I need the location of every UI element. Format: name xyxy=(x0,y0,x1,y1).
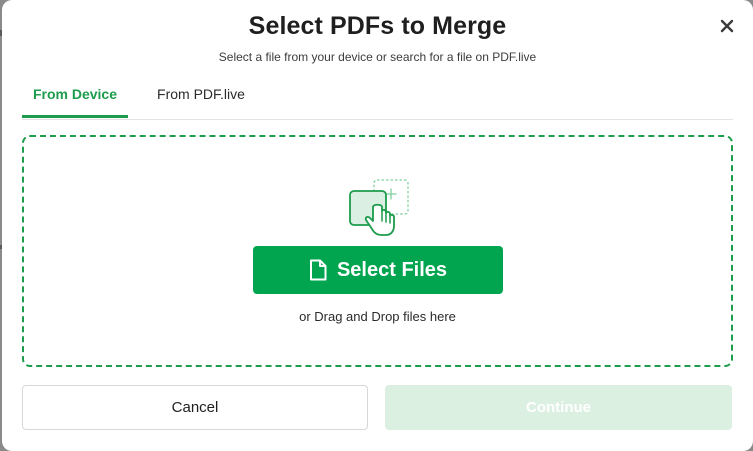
tab-from-pdf-live[interactable]: From PDF.live xyxy=(146,76,256,118)
select-files-label: Select Files xyxy=(336,258,448,281)
source-tabs: From Device From PDF.live xyxy=(22,76,733,120)
dialog-subtitle: Select a file from your device or search… xyxy=(218,50,537,64)
dialog-title: Select PDFs to Merge xyxy=(248,12,507,40)
close-icon xyxy=(720,19,734,33)
hand-pointer-upload-icon xyxy=(349,179,409,236)
tab-from-device[interactable]: From Device xyxy=(22,76,128,118)
file-dropzone[interactable]: Select Files or Drag and Drop files here xyxy=(22,135,733,367)
file-icon xyxy=(309,259,327,281)
continue-button[interactable]: Continue xyxy=(385,385,732,430)
merge-dialog: Select PDFs to Merge Select a file from … xyxy=(2,0,753,451)
cancel-button[interactable]: Cancel xyxy=(22,385,368,430)
close-button[interactable] xyxy=(715,14,739,38)
drag-drop-hint: or Drag and Drop files here xyxy=(299,309,456,324)
select-files-button[interactable]: Select Files xyxy=(253,246,503,294)
